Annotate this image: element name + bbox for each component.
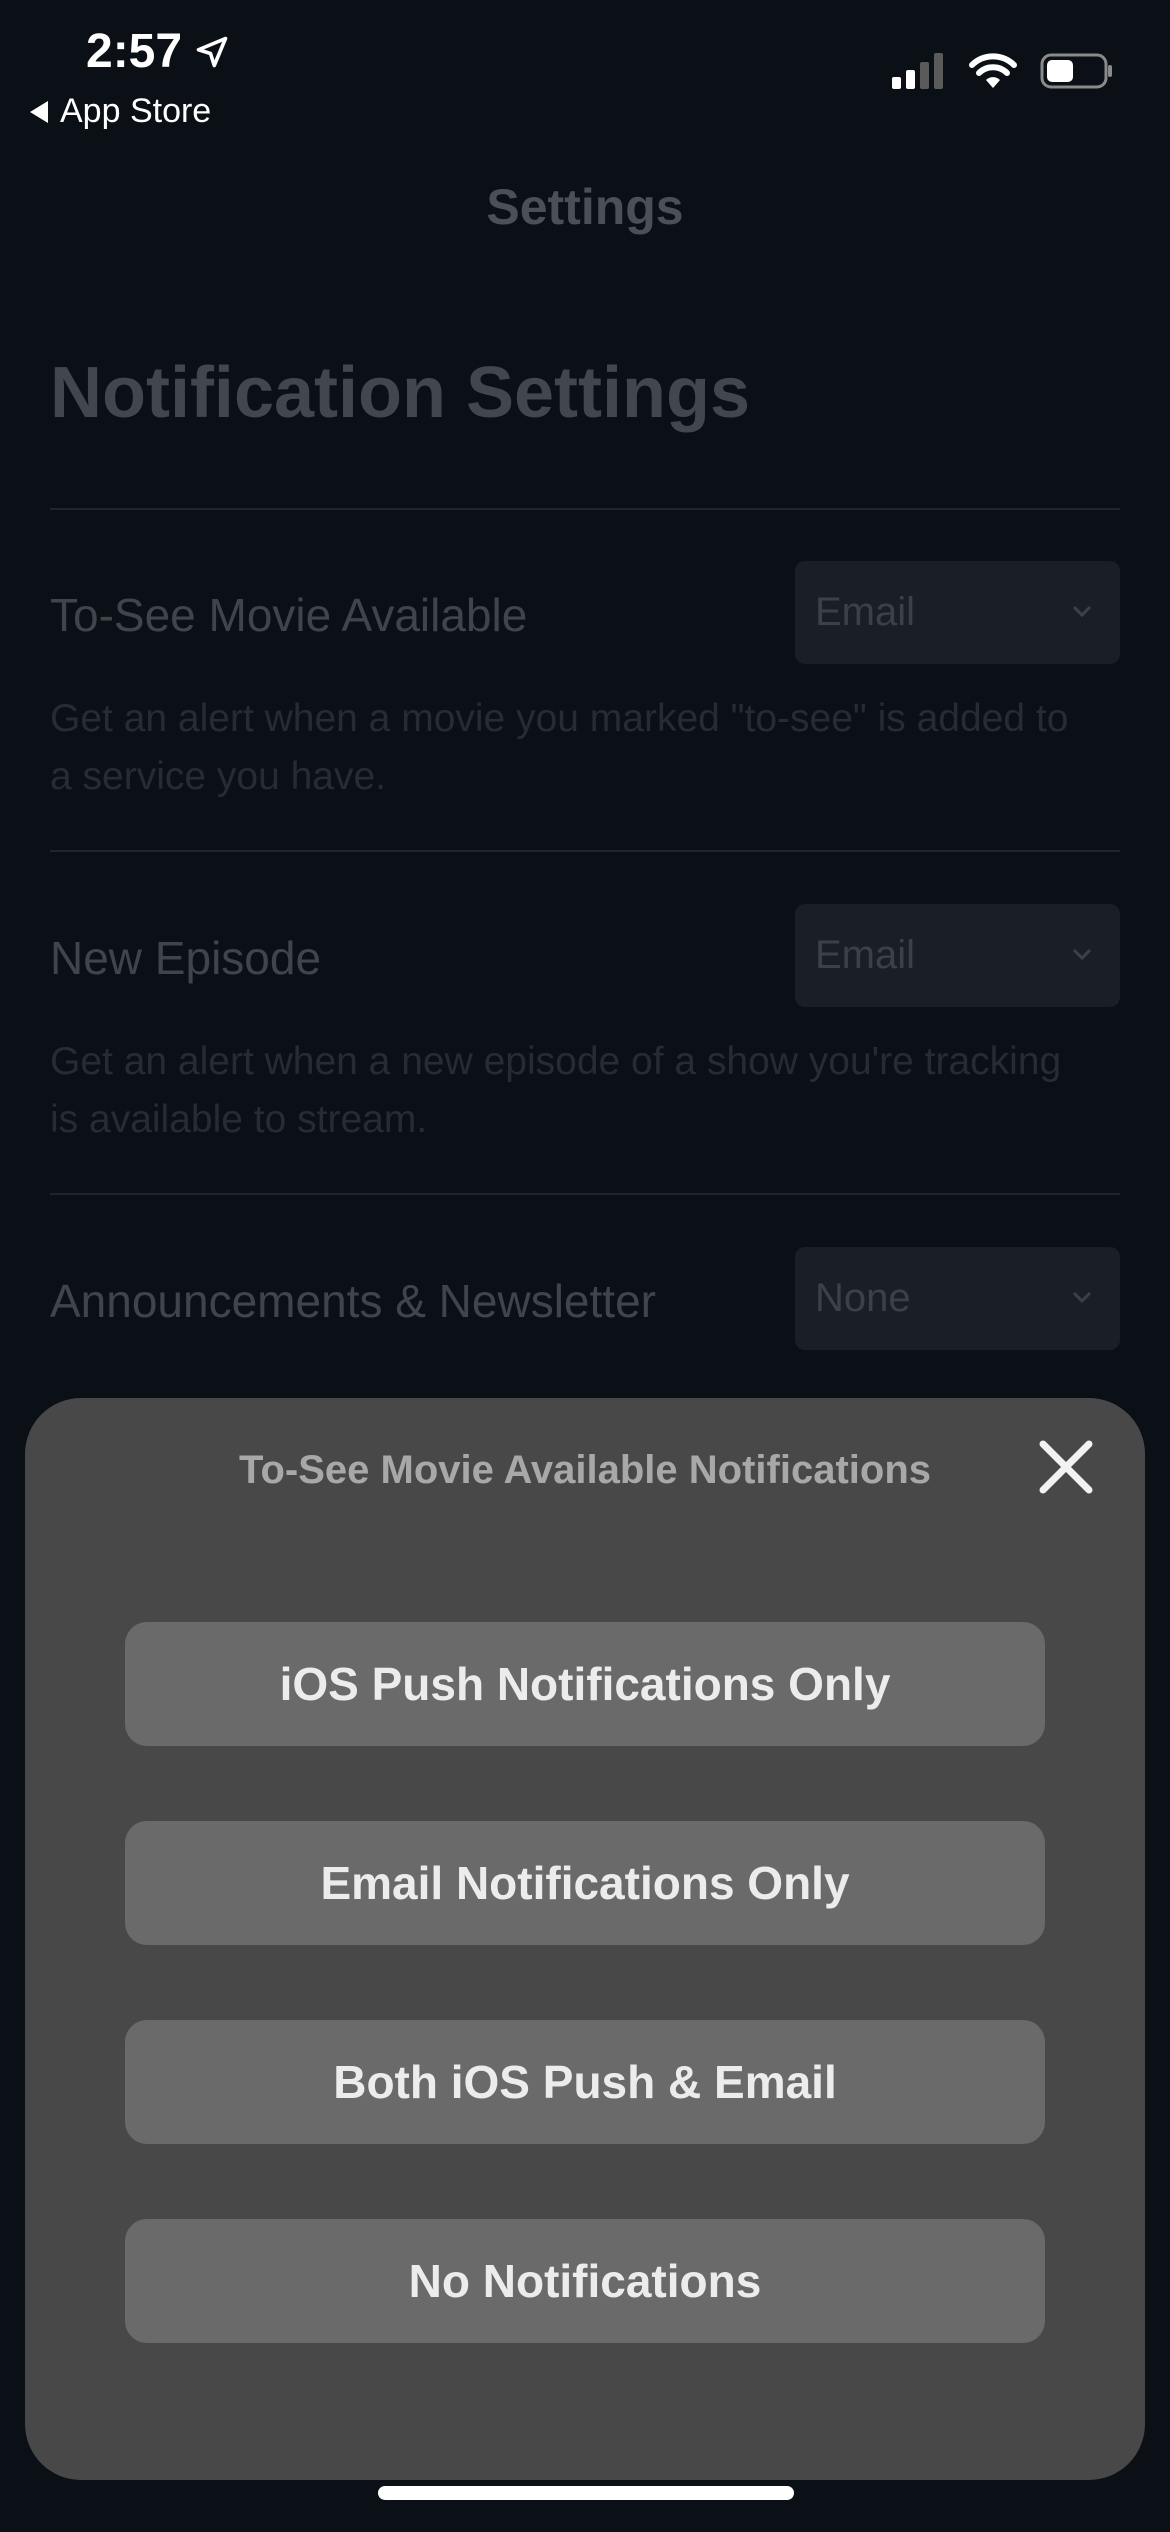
- option-both-push-and-email[interactable]: Both iOS Push & Email: [125, 2020, 1045, 2144]
- sheet-title: To-See Movie Available Notifications: [239, 1448, 931, 1492]
- setting-desc-to-see-movie: Get an alert when a movie you marked "to…: [50, 697, 1069, 798]
- divider: [50, 850, 1120, 852]
- option-no-notifications[interactable]: No Notifications: [125, 2219, 1045, 2343]
- setting-label-new-episode: New Episode: [50, 932, 322, 984]
- close-icon[interactable]: [1031, 1432, 1101, 1502]
- select-value: Email: [815, 933, 916, 977]
- divider: [50, 508, 1120, 510]
- announcements-select[interactable]: None: [795, 1247, 1120, 1350]
- to-see-movie-select[interactable]: Email: [795, 561, 1120, 664]
- nav-title: Settings: [486, 179, 684, 235]
- setting-label-to-see-movie: To-See Movie Available: [50, 589, 528, 641]
- option-email-only[interactable]: Email Notifications Only: [125, 1821, 1045, 1945]
- chevron-down-icon: [1072, 1291, 1092, 1304]
- notification-options-sheet: To-See Movie Available Notifications iOS…: [25, 1398, 1145, 2480]
- chevron-down-icon: [1072, 605, 1092, 618]
- home-indicator[interactable]: [378, 2486, 794, 2500]
- divider: [50, 1193, 1120, 1195]
- option-ios-push-only[interactable]: iOS Push Notifications Only: [125, 1622, 1045, 1746]
- select-value: None: [815, 1276, 911, 1320]
- chevron-down-icon: [1072, 948, 1092, 961]
- setting-label-announcements: Announcements & Newsletter: [50, 1275, 656, 1327]
- new-episode-select[interactable]: Email: [795, 904, 1120, 1007]
- select-value: Email: [815, 590, 916, 634]
- page-heading: Notification Settings: [50, 353, 750, 433]
- setting-desc-new-episode: Get an alert when a new episode of a sho…: [50, 1040, 1062, 1141]
